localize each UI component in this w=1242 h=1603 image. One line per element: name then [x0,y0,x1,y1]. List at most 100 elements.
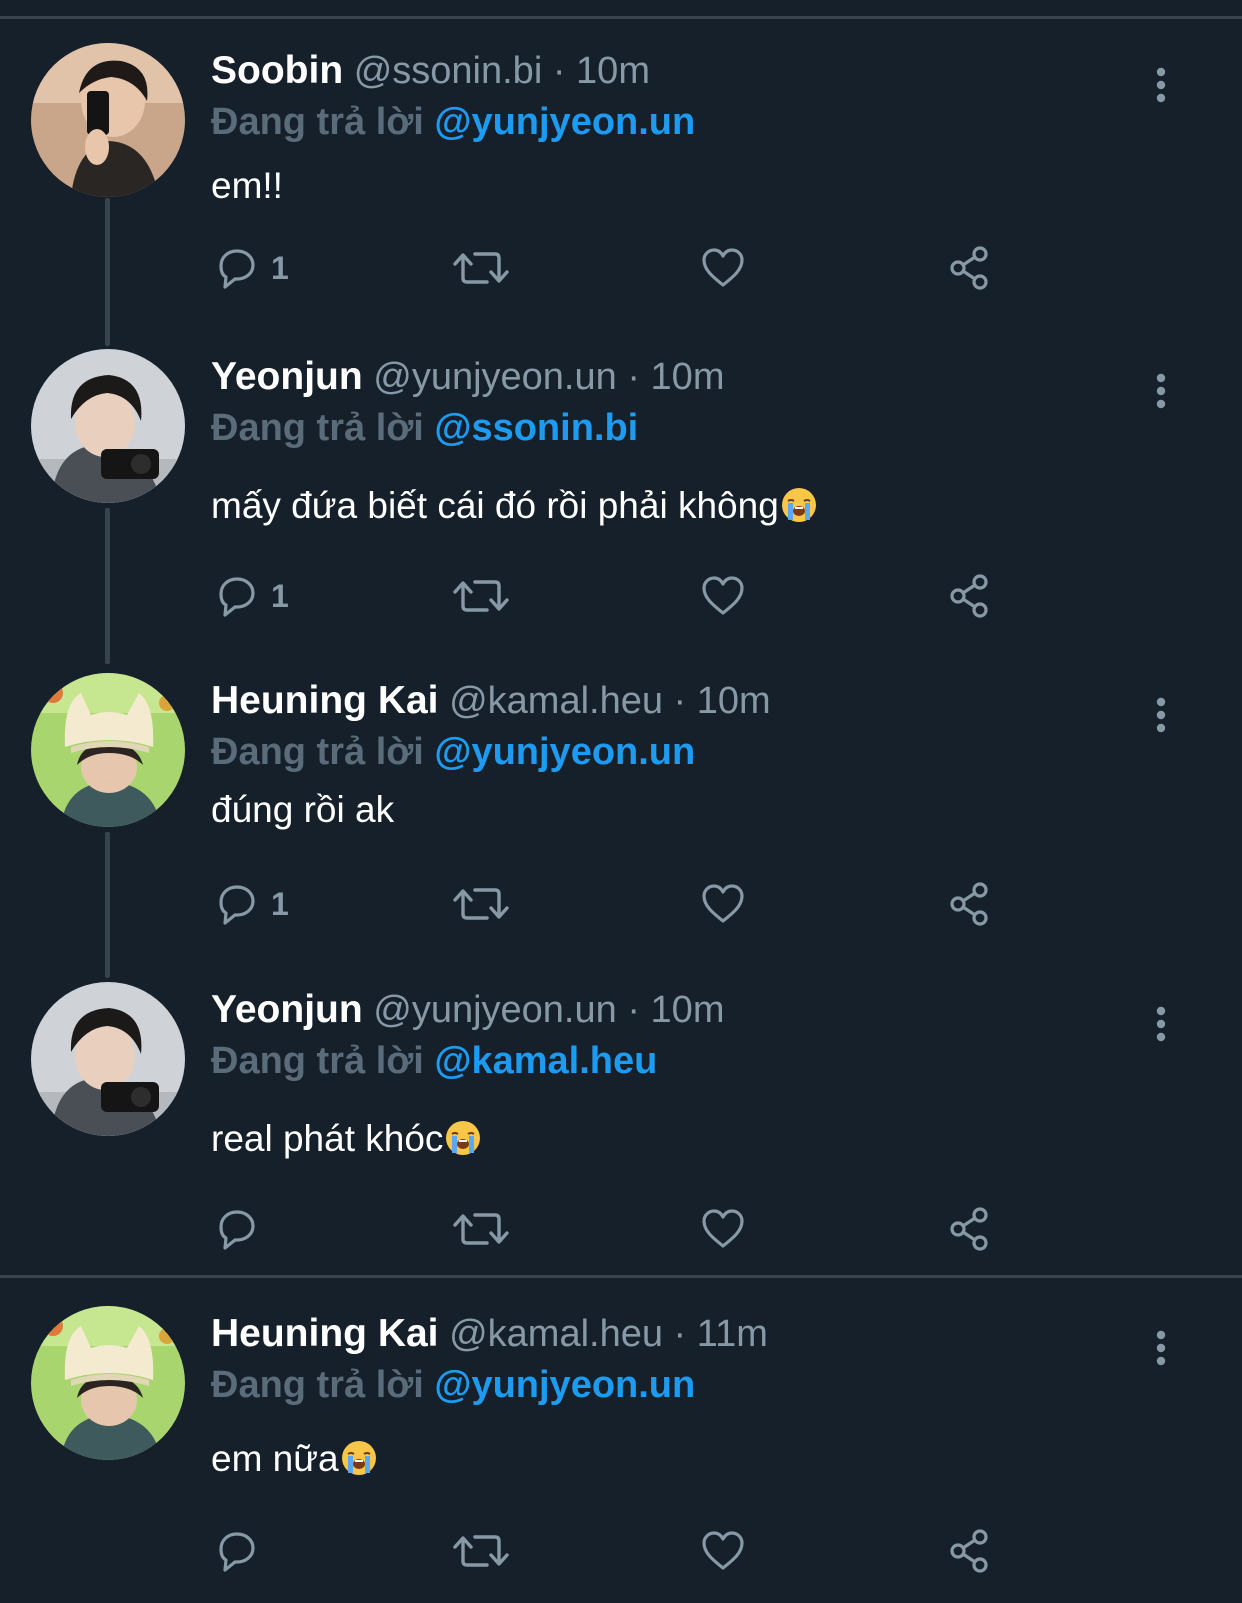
tweet-header: Yeonjun @yunjyeon.un · 10m [211,352,724,402]
reply-button[interactable]: 1 [211,566,289,626]
avatar[interactable] [31,1306,185,1460]
share-button[interactable] [946,1521,994,1581]
retweet-icon [451,244,511,292]
replying-to: Đang trả lời @yunjyeon.un [211,1360,695,1410]
more-options-icon[interactable] [1146,696,1176,736]
retweet-icon [451,1527,511,1575]
tweet[interactable]: Heuning Kai @kamal.heu · 10m Đang trả lờ… [0,646,1242,946]
replying-to-label: Đang trả lời [211,101,424,143]
avatar[interactable] [31,349,185,503]
tweet[interactable]: Soobin @ssonin.bi · 10m Đang trả lời @yu… [0,16,1242,316]
share-button[interactable] [946,238,994,298]
separator-dot: · [627,989,640,1031]
tweet-header: Heuning Kai @kamal.heu · 11m [211,1309,768,1359]
user-handle[interactable]: @yunjyeon.un [373,356,617,398]
user-handle[interactable]: @ssonin.bi [354,50,543,92]
separator-dot: · [673,680,687,722]
tweet[interactable]: Yeonjun @yunjyeon.un · 10m Đang trả lời … [0,322,1242,622]
tweet-actions: 1 [211,874,1011,934]
tweet[interactable]: Yeonjun @yunjyeon.un · 10m Đang trả lời … [0,955,1242,1255]
timestamp[interactable]: 10m [651,989,725,1031]
timestamp[interactable]: 10m [651,356,725,398]
heart-icon [699,244,747,292]
like-button[interactable] [699,1199,747,1259]
replying-to-handle[interactable]: @yunjyeon.un [434,101,695,143]
retweet-icon [451,572,511,620]
avatar[interactable] [31,673,185,827]
user-handle[interactable]: @kamal.heu [449,680,663,722]
share-button[interactable] [946,566,994,626]
display-name[interactable]: Yeonjun [211,355,363,398]
replying-to-label: Đang trả lời [211,731,424,773]
retweet-button[interactable] [451,1521,511,1581]
tweet-header: Yeonjun @yunjyeon.un · 10m [211,985,724,1035]
replying-to-handle[interactable]: @yunjyeon.un [434,1364,695,1406]
display-name[interactable]: Yeonjun [211,988,363,1031]
replying-to: Đang trả lời @yunjyeon.un [211,727,695,777]
replying-to: Đang trả lời @kamal.heu [211,1036,657,1086]
reply-button[interactable] [211,1521,259,1581]
like-button[interactable] [699,238,747,298]
replying-to-handle[interactable]: @ssonin.bi [434,407,638,449]
tweet-text-content: mấy đứa biết cái đó rồi phải không [211,485,779,526]
reply-icon [211,1527,259,1575]
tweet-text-content: real phát khóc [211,1118,444,1159]
avatar[interactable] [31,43,185,197]
share-icon [946,1205,994,1253]
retweet-button[interactable] [451,1199,511,1259]
retweet-button[interactable] [451,566,511,626]
thread-divider [0,1275,1242,1278]
user-handle[interactable]: @yunjyeon.un [373,989,617,1031]
retweet-icon [451,1205,511,1253]
more-options-icon[interactable] [1146,1005,1176,1045]
reply-button[interactable]: 1 [211,238,289,298]
tweet-text-content: em!! [211,165,283,206]
tweet-text: em nữa [211,1435,378,1483]
reply-icon [211,1205,259,1253]
tweet-text: mấy đứa biết cái đó rồi phải không [211,482,818,530]
reply-count: 1 [271,249,289,286]
share-button[interactable] [946,1199,994,1259]
share-button[interactable] [946,874,994,934]
retweet-button[interactable] [451,238,511,298]
reply-icon [211,244,259,292]
separator-dot: · [552,50,566,92]
more-options-icon[interactable] [1146,66,1176,106]
like-button[interactable] [699,566,747,626]
crying-face-emoji-icon [340,1439,378,1477]
share-icon [946,1527,994,1575]
separator-dot: · [627,356,640,398]
tweet-actions [211,1521,1011,1581]
heart-icon [699,880,747,928]
tweet-header: Soobin @ssonin.bi · 10m [211,46,650,96]
timestamp[interactable]: 10m [697,680,771,722]
display-name[interactable]: Soobin [211,49,343,92]
replying-to-handle[interactable]: @yunjyeon.un [434,731,695,773]
timestamp[interactable]: 10m [576,50,650,92]
tweet-text: real phát khóc [211,1115,482,1163]
more-options-icon[interactable] [1146,1329,1176,1369]
tweet[interactable]: Heuning Kai @kamal.heu · 11m Đang trả lờ… [0,1279,1242,1579]
heart-icon [699,1527,747,1575]
heart-icon [699,1205,747,1253]
replying-to-label: Đang trả lời [211,407,424,449]
timestamp[interactable]: 11m [697,1313,768,1355]
tweet-text-content: em nữa [211,1438,339,1479]
avatar[interactable] [31,982,185,1136]
reply-button[interactable] [211,1199,259,1259]
replying-to-handle[interactable]: @kamal.heu [434,1040,657,1082]
tweet-actions: 1 [211,566,1011,626]
like-button[interactable] [699,1521,747,1581]
more-options-icon[interactable] [1146,372,1176,412]
replying-to: Đang trả lời @yunjyeon.un [211,97,695,147]
display-name[interactable]: Heuning Kai [211,679,439,722]
display-name[interactable]: Heuning Kai [211,1312,439,1355]
reply-button[interactable]: 1 [211,874,289,934]
replying-to-label: Đang trả lời [211,1364,424,1406]
user-handle[interactable]: @kamal.heu [449,1313,663,1355]
like-button[interactable] [699,874,747,934]
retweet-button[interactable] [451,874,511,934]
share-icon [946,572,994,620]
tweet-text: đúng rồi ak [211,786,394,834]
reply-icon [211,880,259,928]
